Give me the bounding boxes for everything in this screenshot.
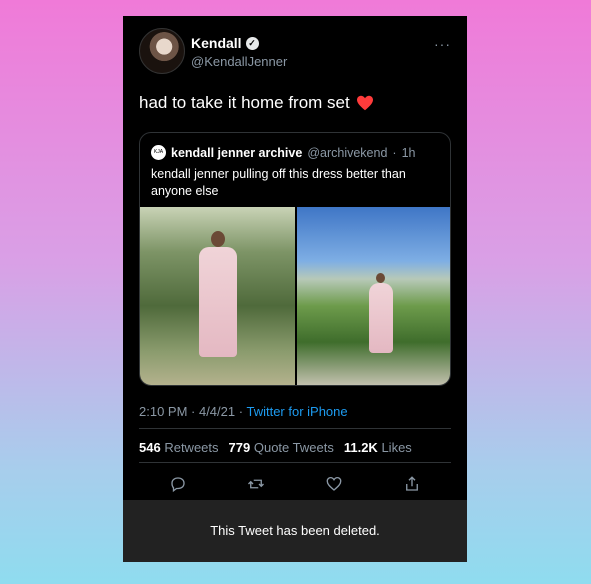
quoted-avatar: KJA [151, 145, 166, 160]
figure-dress [198, 247, 237, 357]
figure-head [210, 231, 225, 247]
author-name[interactable]: Kendall [191, 35, 242, 51]
likes-label: Likes [381, 440, 412, 455]
photo-figure [368, 273, 393, 353]
photo-figure [198, 231, 237, 357]
quoted-time: 1h [401, 145, 416, 160]
retweet-icon[interactable] [247, 475, 265, 493]
quoted-tweet-header: KJA kendall jenner archive @archivekend … [151, 145, 415, 160]
divider [139, 428, 451, 429]
retweets-label: Retweets [164, 440, 219, 455]
avatar[interactable] [139, 28, 185, 74]
share-icon[interactable] [403, 475, 421, 493]
tweet-actions [139, 472, 451, 496]
likes-stat[interactable]: 11.2K Likes [344, 440, 412, 455]
quoted-photo-1[interactable] [140, 207, 295, 385]
figure-head [376, 273, 386, 283]
like-icon[interactable] [325, 475, 343, 493]
tweet-timestamp[interactable]: 2:10 PM · 4/4/21 [139, 404, 235, 419]
quoted-media [140, 207, 450, 385]
deleted-tweet-notice: This Tweet has been deleted. [123, 500, 467, 562]
tweet-text-row: had to take it home from set [139, 93, 374, 113]
quote-tweets-label: Quote Tweets [253, 440, 334, 455]
more-options-icon[interactable]: ··· [434, 36, 451, 52]
tweet-text: had to take it home from set [139, 93, 350, 112]
tweet-meta: 2:10 PM · 4/4/21 · Twitter for iPhone [139, 404, 348, 419]
verified-badge-icon: ✓ [245, 36, 259, 50]
reply-icon[interactable] [169, 475, 187, 493]
tweet-client-link[interactable]: Twitter for iPhone [246, 404, 347, 419]
likes-count: 11.2K [343, 440, 378, 455]
retweets-stat[interactable]: 546 Retweets [139, 440, 219, 455]
author-name-row: Kendall ✓ [191, 35, 259, 51]
quoted-photo-2[interactable] [297, 207, 450, 385]
quoted-separator: · [392, 145, 397, 160]
tweet-header: Kendall ✓ @KendallJenner ··· [139, 28, 451, 76]
author-handle[interactable]: @KendallJenner [191, 54, 287, 69]
quoted-tweet[interactable]: KJA kendall jenner archive @archivekend … [139, 132, 451, 386]
tweet-card: Kendall ✓ @KendallJenner ··· had to take… [123, 16, 467, 562]
red-heart-emoji-icon [356, 95, 373, 111]
retweets-count: 546 [139, 440, 161, 455]
quote-tweets-count: 779 [228, 440, 251, 455]
divider [139, 462, 451, 463]
quoted-tweet-text: kendall jenner pulling off this dress be… [151, 167, 406, 198]
tweet-stats: 546 Retweets 779 Quote Tweets 11.2K Like… [139, 440, 412, 455]
quote-tweets-stat[interactable]: 779 Quote Tweets [229, 440, 334, 455]
figure-dress [368, 283, 393, 353]
quoted-author-name: kendall jenner archive [171, 145, 303, 160]
quoted-author-handle: @archivekend [307, 145, 388, 160]
